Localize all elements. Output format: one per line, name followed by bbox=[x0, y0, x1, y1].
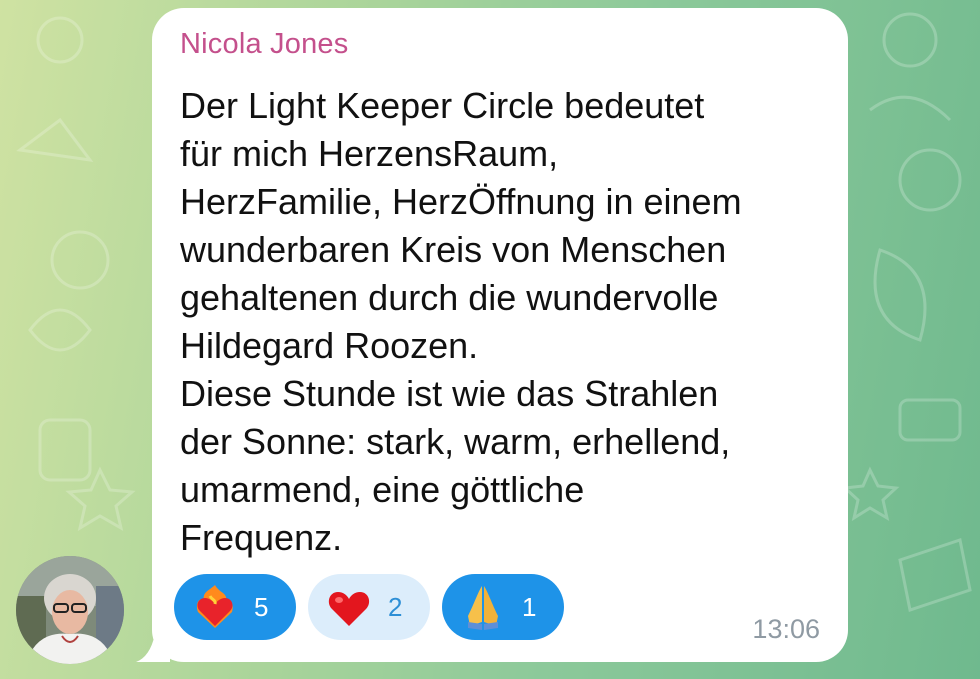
reaction-count: 5 bbox=[254, 591, 269, 622]
message-line: umarmend, eine göttliche bbox=[180, 469, 585, 510]
red-heart-icon bbox=[328, 592, 370, 626]
message-bubble[interactable]: Nicola Jones Der Light Keeper Circle bed… bbox=[152, 8, 848, 662]
message-line: wunderbaren Kreis von Menschen bbox=[180, 229, 727, 270]
message-paragraph-1: Der Light Keeper Circle bedeutet für mic… bbox=[180, 82, 830, 370]
heart-on-fire-icon bbox=[196, 585, 233, 628]
reaction-heart-on-fire[interactable]: 5 bbox=[174, 574, 296, 640]
message-timestamp: 13:06 bbox=[752, 614, 820, 644]
reaction-count: 1 bbox=[522, 591, 537, 622]
message-line: Frequenz. bbox=[180, 517, 343, 558]
message-line: Der Light Keeper Circle bedeutet bbox=[180, 85, 705, 126]
reaction-count: 2 bbox=[388, 591, 403, 622]
message-text: Der Light Keeper Circle bedeutet für mic… bbox=[180, 82, 830, 562]
message-line: der Sonne: stark, warm, erhellend, bbox=[180, 421, 731, 462]
sender-avatar[interactable] bbox=[16, 556, 124, 664]
message-line: HerzFamilie, HerzÖffnung in einem bbox=[180, 181, 742, 222]
folded-hands-icon bbox=[468, 586, 498, 630]
message-line: Diese Stunde ist wie das Strahlen bbox=[180, 373, 719, 414]
avatar-photo bbox=[16, 556, 124, 664]
sender-name[interactable]: Nicola Jones bbox=[180, 28, 348, 61]
message-paragraph-2: Diese Stunde ist wie das Strahlen der So… bbox=[180, 370, 830, 562]
message-line: gehaltenen durch die wundervolle bbox=[180, 277, 719, 318]
reaction-red-heart[interactable]: 2 bbox=[308, 574, 430, 640]
reaction-folded-hands[interactable]: 1 bbox=[442, 574, 564, 640]
message-line: für mich HerzensRaum, bbox=[180, 133, 559, 174]
message-line: Hildegard Roozen. bbox=[180, 325, 479, 366]
reactions-bar: 5 2 1 bbox=[174, 574, 564, 640]
